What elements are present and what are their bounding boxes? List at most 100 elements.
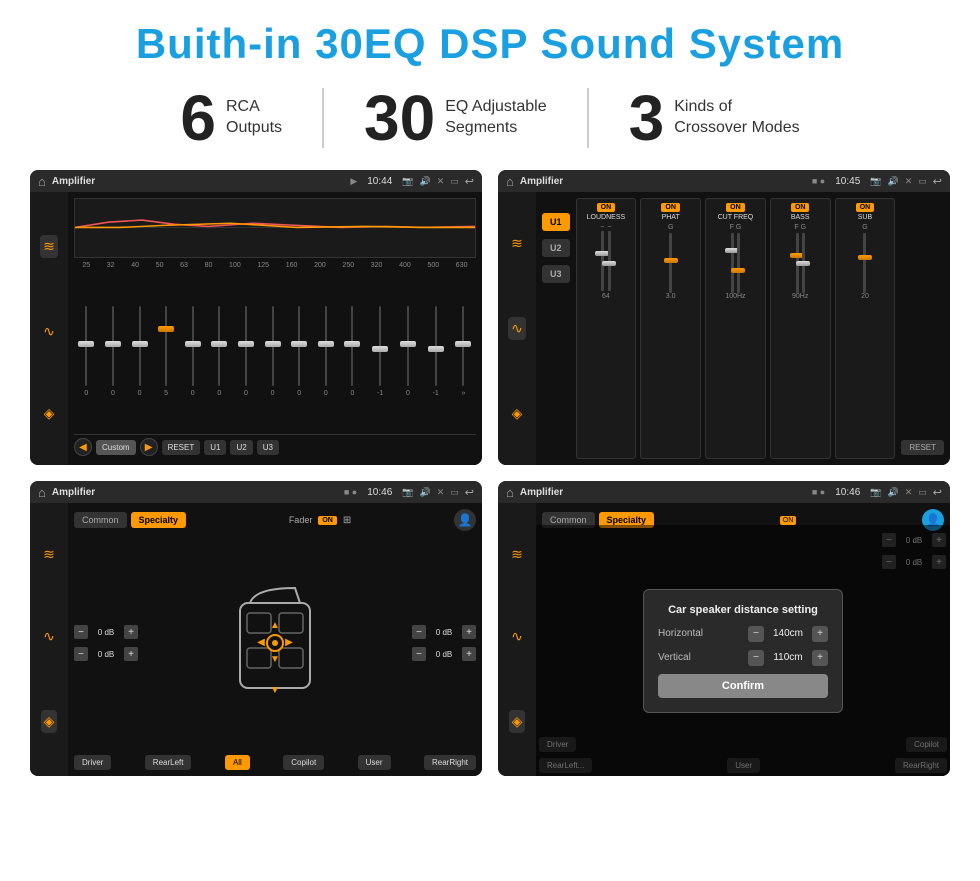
slider-1[interactable]: 0 [84,302,88,402]
u2-btn[interactable]: U2 [542,239,570,257]
bass-slider-g[interactable] [802,233,805,293]
copilot-btn[interactable]: Copilot [283,755,324,770]
slider-7[interactable]: 0 [244,302,248,402]
eq-reset-btn[interactable]: RESET [162,440,201,455]
freq-32: 32 [107,262,115,269]
cutfreq-slider-g[interactable] [737,233,740,293]
stat-crossover: 3 Kinds ofCrossover Modes [589,86,840,150]
cutfreq-f-label: F [730,224,734,231]
speaker-side-icon-3[interactable]: ◈ [41,710,58,733]
screen2-content: ≋ ∿ ◈ U1 U2 U3 ON LOUDNESS [498,192,950,465]
wave-side-icon-4[interactable]: ∿ [511,628,523,645]
sub-g-label: G [862,224,867,231]
eq-side-icon-2[interactable]: ≋ [511,235,523,252]
back-icon-1[interactable]: ↩ [465,175,474,188]
avatar-icon[interactable]: 👤 [454,509,476,531]
speaker-side-icon-2[interactable]: ◈ [512,405,523,422]
vertical-label: Vertical [658,652,691,663]
db-plus-bl[interactable]: + [124,647,138,661]
specialty-tab[interactable]: Specialty [131,512,187,528]
phat-slider[interactable] [669,233,672,293]
status-bar-2: ⌂ Amplifier ■ ● 10:45 📷 🔊 ✕ ▭ ↩ [498,170,950,192]
screen3: ⌂ Amplifier ■ ● 10:46 📷 🔊 ✕ ▭ ↩ ≋ ∿ ◈ Co [30,481,482,776]
home-icon-4[interactable]: ⌂ [506,485,514,500]
cs-header-row: Common Specialty Fader ON ⊞ 👤 [74,509,476,531]
slider-3[interactable]: 0 [138,302,142,402]
cutfreq-slider-f[interactable] [731,233,734,293]
u1-btn[interactable]: U1 [542,213,570,231]
wave-side-icon-2[interactable]: ∿ [508,317,526,340]
slider-4[interactable]: 5 [164,302,168,402]
db-minus-br[interactable]: − [412,647,426,661]
svg-text:▲: ▲ [270,620,280,631]
db-minus-bl[interactable]: − [74,647,88,661]
confirm-button[interactable]: Confirm [658,674,828,698]
vertical-plus[interactable]: + [812,650,828,666]
side-icons-1: ≋ ∿ ◈ [30,192,68,465]
db-plus-tr[interactable]: + [462,625,476,639]
speaker-side-icon-4[interactable]: ◈ [509,710,526,733]
dialog-vertical-row: Vertical − 110cm + [658,650,828,666]
wave-side-icon-3[interactable]: ∿ [43,628,55,645]
u3-btn[interactable]: U3 [542,265,570,283]
db-minus-tl[interactable]: − [74,625,88,639]
horizontal-plus[interactable]: + [812,626,828,642]
status-bar-3: ⌂ Amplifier ■ ● 10:46 📷 🔊 ✕ ▭ ↩ [30,481,482,503]
screen3-time: 10:46 [367,487,392,498]
eq-u3-btn[interactable]: U3 [257,440,279,455]
screen2: ⌂ Amplifier ■ ● 10:45 📷 🔊 ✕ ▭ ↩ ≋ ∿ ◈ U1 [498,170,950,465]
eq-custom-btn[interactable]: Custom [96,440,136,455]
eq-prev-btn[interactable]: ◀ [74,438,92,456]
slider-5[interactable]: 0 [191,302,195,402]
eq-side-icon-3[interactable]: ≋ [43,546,55,563]
db-plus-tl[interactable]: + [124,625,138,639]
sub-slider[interactable] [863,233,866,293]
slider-2[interactable]: 0 [111,302,115,402]
slider-13[interactable]: 0 [406,302,410,402]
loudness-title: LOUDNESS [587,214,626,221]
rearright-btn[interactable]: RearRight [424,755,476,770]
slider-11[interactable]: 0 [350,302,354,402]
loudness-slider-2[interactable] [608,231,611,291]
speaker-side-icon[interactable]: ◈ [44,405,55,422]
back-icon-3[interactable]: ↩ [465,486,474,499]
home-icon-1[interactable]: ⌂ [38,174,46,189]
back-icon-4[interactable]: ↩ [933,486,942,499]
freq-400: 400 [399,262,411,269]
db-minus-tr[interactable]: − [412,625,426,639]
slider-10[interactable]: 0 [324,302,328,402]
eq-bottom: ◀ Custom ▶ RESET U1 U2 U3 [74,434,476,459]
eq-u1-btn[interactable]: U1 [204,440,226,455]
slider-12[interactable]: -1 [377,302,383,402]
home-icon-3[interactable]: ⌂ [38,485,46,500]
slider-14[interactable]: -1 [433,302,439,402]
db-value-bl: 0 dB [92,650,120,659]
common-tab[interactable]: Common [74,512,127,528]
cs-area-4: Common Specialty ON 👤 Driver Copilot [536,503,950,776]
slider-15[interactable]: » [462,302,466,402]
home-icon-2[interactable]: ⌂ [506,174,514,189]
slider-8[interactable]: 0 [271,302,275,402]
wave-side-icon[interactable]: ∿ [43,323,55,340]
user-btn[interactable]: User [358,755,391,770]
sub-on-badge: ON [856,203,875,212]
eq-area: 25 32 40 50 63 80 100 125 160 200 250 32… [68,192,482,465]
eq-next-btn[interactable]: ▶ [140,438,158,456]
eq-side-icon[interactable]: ≋ [40,235,58,258]
volume-icon-3: 🔊 [420,487,431,498]
eq-u2-btn[interactable]: U2 [230,440,252,455]
slider-6[interactable]: 0 [217,302,221,402]
slider-9[interactable]: 0 [297,302,301,402]
eq2-reset-btn[interactable]: RESET [901,440,944,455]
back-icon-2[interactable]: ↩ [933,175,942,188]
camera-icon-2: 📷 [870,176,881,187]
horizontal-minus[interactable]: − [748,626,764,642]
vertical-minus[interactable]: − [748,650,764,666]
status-dots-3: ■ ● [344,487,357,497]
all-btn[interactable]: All [225,755,250,770]
eq-sliders: 0 0 0 5 [74,273,476,430]
eq-side-icon-4[interactable]: ≋ [511,546,523,563]
db-plus-br[interactable]: + [462,647,476,661]
driver-btn[interactable]: Driver [74,755,111,770]
rearleft-btn[interactable]: RearLeft [145,755,192,770]
